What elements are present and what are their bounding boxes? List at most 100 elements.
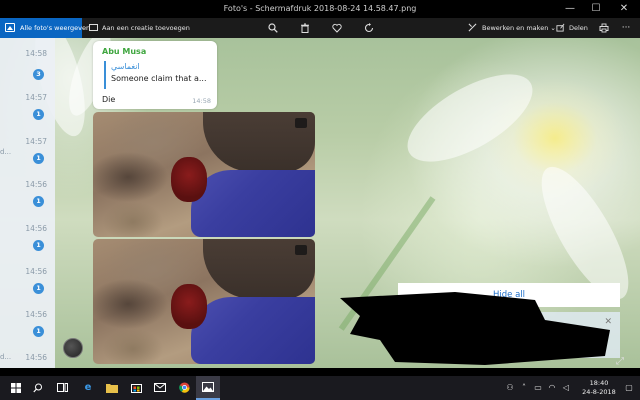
chat-list-row[interactable]: 14:56 1 <box>0 221 55 264</box>
edge-icon[interactable]: e <box>76 376 100 400</box>
chat-list-row[interactable]: d... 14:56 <box>0 350 55 368</box>
store-icon <box>130 384 142 393</box>
magnifier-icon <box>268 23 278 33</box>
mail-icon <box>154 383 166 392</box>
all-photos-button[interactable]: Alle foto's weergeven <box>0 18 90 38</box>
app-toolbar: Alle foto's weergeven Aan een creatie to… <box>0 18 640 38</box>
creation-icon <box>89 24 98 31</box>
chat-snippet: d... <box>0 353 12 361</box>
close-button[interactable]: ✕ <box>614 1 634 17</box>
screen: Foto's - Schermafdruk 2018-08-24 14.58.4… <box>0 0 640 400</box>
quote-author: انغماسي <box>111 62 140 71</box>
more-icon: ··· <box>621 23 631 33</box>
share-button[interactable]: Delen <box>556 18 588 38</box>
notifications-icon[interactable]: ▢ <box>622 376 636 400</box>
rotate-icon <box>364 23 374 33</box>
chat-list-row[interactable]: 3 <box>0 50 55 93</box>
add-to-creation-label: Aan een creatie toevoegen <box>102 24 190 32</box>
unread-badge: 1 <box>33 109 44 120</box>
favorite-button[interactable] <box>328 18 346 38</box>
share-icon <box>556 23 565 32</box>
chevron-up-icon[interactable]: ˄ <box>518 376 530 400</box>
clock-time: 18:40 <box>589 379 609 387</box>
chat-list-row[interactable]: 14:57 1 <box>0 90 55 133</box>
chat-time: 14:56 <box>25 310 47 319</box>
message-time: 14:58 <box>192 97 211 105</box>
camera-icon[interactable] <box>295 118 307 128</box>
chat-time: 14:56 <box>25 180 47 189</box>
unread-badge: 1 <box>33 153 44 164</box>
chat-snippet: d... <box>0 148 12 156</box>
chat-list: 14:58 3 14:57 1 d... 14:57 1 14:56 1 14:… <box>0 38 55 368</box>
chat-list-row[interactable]: 14:56 1 <box>0 264 55 307</box>
reply-quote[interactable]: انغماسي Someone claim that a... <box>104 61 212 89</box>
start-button[interactable] <box>4 376 28 400</box>
add-to-creation-button[interactable]: Aan een creatie toevoegen <box>88 18 190 38</box>
delete-button[interactable] <box>296 18 314 38</box>
edit-icon <box>468 23 477 32</box>
edit-create-button[interactable]: Bewerken en maken ⌄ <box>468 18 556 38</box>
chrome-button[interactable] <box>172 376 196 400</box>
message-text: Die <box>102 95 116 104</box>
zoom-button[interactable] <box>264 18 282 38</box>
photo-content <box>191 297 315 364</box>
expand-icon[interactable]: ⤢ <box>616 356 628 368</box>
volume-icon[interactable]: ◁ <box>560 376 572 400</box>
photos-icon <box>202 382 214 392</box>
all-photos-label: Alle foto's weergeven <box>20 24 91 32</box>
chrome-icon <box>178 382 190 393</box>
chat-list-row[interactable]: d... 14:57 1 <box>0 134 55 177</box>
media-photo[interactable] <box>93 112 315 237</box>
unread-badge: 3 <box>33 69 44 80</box>
rotate-button[interactable] <box>360 18 378 38</box>
chat-time: 14:56 <box>25 224 47 233</box>
camera-icon[interactable] <box>295 245 307 255</box>
mail-button[interactable] <box>148 376 172 400</box>
unread-badge: 1 <box>33 240 44 251</box>
maximize-button[interactable]: ☐ <box>586 1 606 17</box>
chat-time: 14:56 <box>25 267 47 276</box>
sender-name[interactable]: Abu Musa <box>102 47 146 56</box>
task-view-button[interactable] <box>50 376 74 400</box>
print-button[interactable] <box>596 18 612 38</box>
heart-icon <box>332 23 342 33</box>
unread-badge: 1 <box>33 326 44 337</box>
unread-badge: 1 <box>33 196 44 207</box>
edit-create-label: Bewerken en maken <box>482 24 549 32</box>
task-view-icon <box>56 383 68 392</box>
file-explorer-button[interactable] <box>100 376 124 400</box>
search-icon <box>33 383 42 393</box>
chat-time: 14:56 <box>25 353 47 362</box>
clock[interactable]: 18:40 24-8-2018 <box>580 379 618 397</box>
message-bubble: Abu Musa انغماسي Someone claim that a...… <box>93 41 217 109</box>
network-icon[interactable]: ▭ <box>532 376 544 400</box>
photo-content <box>171 284 207 329</box>
printer-icon <box>599 23 609 33</box>
more-button[interactable]: ··· <box>618 18 634 38</box>
people-icon[interactable]: ⚇ <box>504 376 516 400</box>
clock-date: 24-8-2018 <box>582 388 616 396</box>
taskbar: e ⚇ ˄ ▭ ◠ ◁ 18:40 24-8-2018 ▢ <box>0 376 640 400</box>
photos-app-button[interactable] <box>196 376 220 400</box>
chat-list-row[interactable]: 14:56 1 <box>0 177 55 220</box>
unread-badge: 1 <box>33 283 44 294</box>
image-viewer: 14:58 3 14:57 1 d... 14:57 1 14:56 1 14:… <box>0 38 640 368</box>
photo-content <box>171 157 207 202</box>
avatar[interactable] <box>63 338 83 358</box>
photo-content <box>191 170 315 237</box>
search-button[interactable] <box>26 376 50 400</box>
window-title: Foto's - Schermafdruk 2018-08-24 14.58.4… <box>223 4 417 13</box>
store-button[interactable] <box>124 376 148 400</box>
minimize-button[interactable]: — <box>560 1 580 17</box>
trash-icon <box>301 23 309 33</box>
chat-list-row[interactable]: 14:56 1 <box>0 307 55 350</box>
title-bar: Foto's - Schermafdruk 2018-08-24 14.58.4… <box>0 0 640 18</box>
windows-icon <box>11 383 21 393</box>
background-petal <box>394 57 546 179</box>
media-photo[interactable] <box>93 239 315 364</box>
redaction-scribble <box>340 292 610 365</box>
folder-icon <box>106 384 118 393</box>
wifi-icon[interactable]: ◠ <box>546 376 558 400</box>
share-label: Delen <box>569 24 588 32</box>
chat-time: 14:57 <box>25 137 47 146</box>
